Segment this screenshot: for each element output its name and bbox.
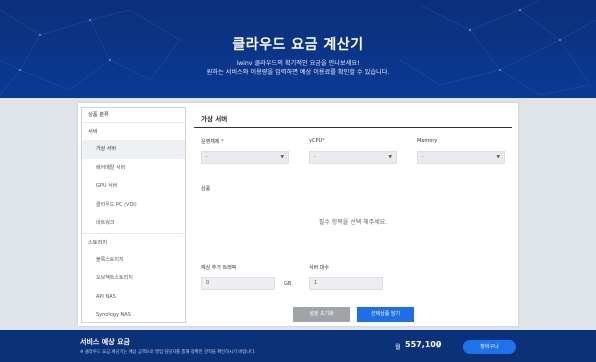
reset-button[interactable]: 설정 초기화 (293, 307, 350, 322)
billing-period: 월 (395, 344, 401, 351)
page-title: 클라우드 요금 계산기 (232, 37, 364, 53)
required-mark: * (322, 138, 325, 144)
vcpu-label: vCPU* (309, 138, 325, 144)
product-empty-message: 필수 항목을 선택 해주세요. (318, 219, 388, 226)
hero-description: 원하는 서비스와 이용량을 입력하면 예상 이용료를 확인할 수 있습니다. (206, 69, 390, 76)
section-divider (194, 127, 512, 128)
sidebar-item-object-storage[interactable]: 오브젝트스토리지 (82, 269, 185, 288)
sidebar-item-block-storage[interactable]: 블록스토리지 (82, 251, 185, 270)
memory-select[interactable]: - ▼ (417, 151, 505, 164)
chevron-down-icon: ▼ (388, 155, 392, 160)
traffic-label: 예상 추가 트래픽 (201, 265, 237, 271)
calculator-panel: 상품 분류 서버 가상 서버 베어메탈 서버 GPU 서버 클라우드 PC (V… (78, 103, 518, 326)
sidebar-item-network[interactable]: 네트워크 (82, 214, 185, 233)
sidebar-item-synology-nas[interactable]: Synology NAS (82, 306, 185, 325)
server-count-label: 서버 대수 (309, 265, 329, 271)
os-select[interactable]: - ▼ (201, 151, 289, 164)
add-to-cart-button[interactable]: 선택상품 담기 (357, 307, 414, 322)
server-count-input[interactable]: 1 (309, 277, 383, 290)
os-label: 운영체제 * (201, 139, 224, 145)
required-mark: * (221, 139, 224, 145)
sidebar-item-virtual-server[interactable]: 가상 서버 (82, 140, 185, 159)
sidebar-item-cloud-pc[interactable]: 클라우드 PC (VDI) (82, 196, 185, 215)
currency-unit: 원 (436, 344, 441, 349)
sidebar-item-baremetal-server[interactable]: 베어메탈 서버 (82, 159, 185, 178)
memory-label: Memory (417, 138, 438, 144)
product-label: 상품 (201, 186, 211, 192)
sidebar-header: 상품 분류 (88, 112, 109, 118)
hero-subtitle: iwinv 클라우드의 획기적인 요금을 만나보세요! (236, 60, 360, 67)
section-title: 가상 서버 (201, 115, 228, 123)
sidebar-group-storage: 스토리지 (82, 232, 185, 251)
traffic-unit: GB (284, 281, 292, 287)
estimate-title: 서비스 예상 요금 (80, 338, 130, 346)
sidebar-group-server: 서버 (82, 122, 185, 140)
product-config-area: 가상 서버 운영체제 * vCPU* Memory - ▼ - ▼ - ▼ 상품… (194, 107, 512, 323)
estimate-footer: 서비스 예상 요금 ※ 클라우드 요금 계산기는 예상 금액으로 영업 담당자를… (0, 330, 596, 362)
estimate-note: ※ 클라우드 요금 계산기는 예상 금액으로 영업 담당자를 통해 정확한 견적… (80, 350, 256, 355)
sidebar-item-gpu-server[interactable]: GPU 서버 (82, 177, 185, 196)
sidebar-item-api-nas[interactable]: API NAS (82, 288, 185, 307)
cart-button[interactable]: 장바구니 (463, 340, 516, 354)
chevron-down-icon: ▼ (496, 155, 500, 160)
hero-banner: 클라우드 요금 계산기 iwinv 클라우드의 획기적인 요금을 만나보세요! … (0, 0, 596, 98)
category-sidebar: 상품 분류 서버 가상 서버 베어메탈 서버 GPU 서버 클라우드 PC (V… (81, 107, 186, 323)
traffic-input[interactable]: 0 (201, 277, 275, 290)
chevron-down-icon: ▼ (280, 155, 284, 160)
vcpu-select[interactable]: - ▼ (309, 151, 397, 164)
